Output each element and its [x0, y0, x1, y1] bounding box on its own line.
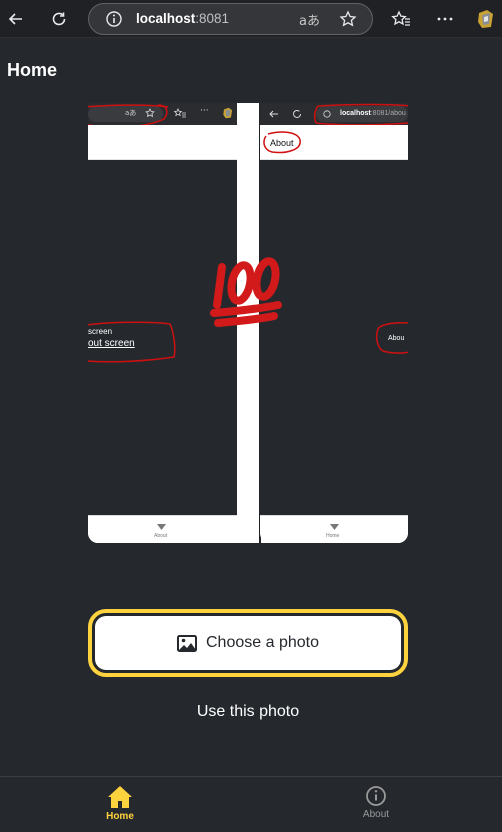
url-host: localhost	[136, 11, 196, 26]
choose-photo-label: Choose a photo	[206, 634, 319, 651]
reload-icon[interactable]	[45, 5, 73, 33]
picture-icon	[177, 634, 197, 652]
back-arrow-icon[interactable]	[2, 5, 30, 33]
extension-icon[interactable]	[472, 5, 500, 33]
address-bar[interactable]: localhost:8081 aあ	[88, 3, 373, 35]
use-photo-label: Use this photo	[196, 703, 300, 720]
hundred-points-icon	[210, 257, 282, 327]
info-icon[interactable]	[105, 10, 123, 32]
star-icon[interactable]	[339, 10, 357, 32]
photo-right-tab-label: Home	[326, 533, 340, 539]
tab-home-label: Home	[106, 811, 134, 822]
info-circle-icon	[366, 786, 386, 806]
favorites-icon[interactable]	[387, 5, 415, 33]
tab-home[interactable]: Home	[60, 785, 180, 822]
tab-about[interactable]: About	[316, 785, 436, 820]
url-port: :8081	[195, 11, 230, 26]
home-icon	[108, 786, 132, 808]
choose-photo-button[interactable]: Choose a photo	[88, 609, 408, 677]
bottom-tab-bar: Home About	[0, 776, 502, 832]
photo-left-tab-label: About	[154, 533, 168, 539]
photo-left-toolbar: aあ ···	[88, 103, 237, 128]
translate-icon[interactable]: aあ	[299, 10, 320, 29]
photo-right-toolbar: localhost:8081/abou	[260, 103, 408, 126]
url-text: localhost:8081	[136, 11, 229, 26]
more-icon[interactable]	[431, 5, 459, 33]
page-title: Home	[7, 60, 58, 80]
tab-about-label: About	[362, 809, 390, 820]
selected-photo: aあ ··· screen out screen About localhost…	[88, 103, 408, 543]
browser-toolbar: localhost:8081 aあ	[0, 0, 502, 38]
use-photo-button[interactable]: Use this photo	[88, 696, 408, 728]
